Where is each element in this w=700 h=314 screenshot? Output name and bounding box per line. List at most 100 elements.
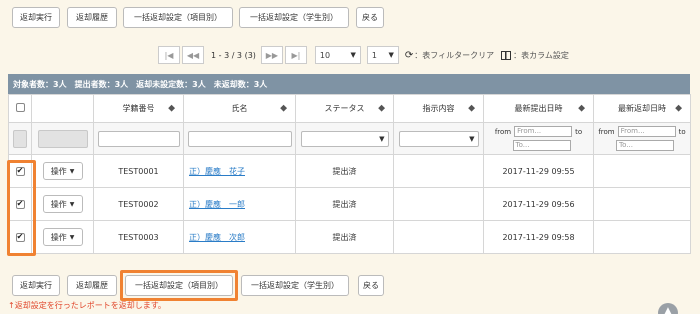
- row-actions-button[interactable]: 操作 ▼: [42, 162, 83, 180]
- bulk-return-item-button[interactable]: 一括返却設定（項目別）: [123, 7, 233, 28]
- submitted-to-input[interactable]: To...: [512, 140, 571, 151]
- return-note: ↑返却設定を行ったレポートを返却します。: [8, 301, 166, 310]
- from-label: from: [598, 127, 615, 136]
- back-button[interactable]: 戻る: [356, 7, 384, 28]
- returned-cell: [593, 187, 691, 221]
- return-history-button-bottom[interactable]: 返却履歴: [67, 275, 117, 296]
- first-page-icon[interactable]: |◀: [158, 46, 180, 64]
- filter-cell: [8, 122, 32, 155]
- student-id-cell: TEST0001: [93, 154, 184, 188]
- returned-to-input[interactable]: To...: [616, 140, 674, 151]
- per-page-select[interactable]: 10 ▼: [314, 46, 361, 64]
- filter-disabled: [37, 129, 88, 148]
- prev-page-icon[interactable]: ◀◀: [182, 46, 204, 64]
- student-id-cell: TEST0003: [93, 220, 184, 254]
- row-actions-button[interactable]: 操作 ▼: [42, 195, 83, 213]
- header-label: 最新提出日時: [514, 104, 563, 113]
- header-label: 学籍番号: [122, 104, 155, 113]
- student-name-link[interactable]: 正）慶應 花子: [189, 167, 245, 176]
- to-label: to: [575, 127, 583, 136]
- header-returned[interactable]: 最新返却日時 ◆: [593, 94, 691, 123]
- sort-icon[interactable]: ◆: [675, 104, 682, 113]
- submitted-range-from: from From... to: [485, 126, 593, 137]
- student-id-cell: TEST0002: [93, 187, 184, 221]
- filter-cell: from From... to To...: [483, 122, 594, 155]
- submitted-cell: 2017-11-29 09:56: [483, 187, 594, 221]
- filter-clear-link[interactable]: ：表フィルタークリア: [414, 50, 494, 61]
- filter-cell: ▼: [393, 122, 484, 155]
- submitted-cell: 2017-11-29 09:55: [483, 154, 594, 188]
- name-cell: 正）慶應 次郎: [183, 220, 296, 254]
- page-value: 1: [371, 50, 377, 60]
- returned-range-from: from From... to: [595, 126, 690, 137]
- filter-cell: [31, 122, 94, 155]
- last-page-icon[interactable]: ▶|: [284, 46, 307, 64]
- select-all-checkbox[interactable]: [15, 103, 25, 112]
- sort-icon[interactable]: ◆: [280, 104, 287, 113]
- caret-down-icon: ▼: [69, 167, 75, 175]
- scroll-top-icon[interactable]: ▲: [658, 303, 678, 314]
- status-cell: 提出済: [295, 187, 394, 221]
- status-cell: 提出済: [295, 220, 394, 254]
- next-page-icon[interactable]: ▶▶: [260, 46, 283, 64]
- bulk-return-student-button-bottom[interactable]: 一括返却設定（学生別）: [241, 275, 349, 296]
- submitted-from-input[interactable]: From...: [514, 126, 573, 137]
- header-submitted[interactable]: 最新提出日時 ◆: [483, 94, 594, 123]
- row-actions-button[interactable]: 操作 ▼: [42, 228, 83, 246]
- refresh-icon[interactable]: ⟳: [405, 50, 413, 61]
- summary-bar: 対象者数：3人 提出者数：3人 返却未設定数：3人 未返却数：3人: [8, 74, 690, 94]
- submissions-table: 学籍番号 ◆ 氏名 ◆ ステータス ◆ 指示内容 ◆ 最新提出日時 ◆ 最新返却日時 ◆ ▼…: [8, 94, 691, 254]
- header-instructions[interactable]: 指示内容 ◆: [393, 94, 484, 123]
- back-button-bottom[interactable]: 戻る: [358, 275, 384, 296]
- returned-cell: [593, 154, 691, 188]
- returned-range-to: To...: [595, 140, 690, 151]
- name-cell: 正）慶應 一郎: [183, 187, 296, 221]
- table-row: ✔ 操作 ▼ TEST0002 正）慶應 一郎 提出済 2017-11-29 09…: [8, 187, 691, 221]
- header-name[interactable]: 氏名 ◆: [183, 94, 296, 123]
- header-student-id[interactable]: 学籍番号 ◆: [93, 94, 184, 123]
- per-page-value: 10: [319, 50, 331, 60]
- table-row: ✔ 操作 ▼ TEST0003 正）慶應 次郎 提出済 2017-11-29 09…: [8, 220, 691, 254]
- submitted-range-to: To...: [485, 140, 593, 151]
- bulk-return-student-button[interactable]: 一括返却設定（学生別）: [239, 7, 349, 28]
- header-status[interactable]: ステータス ◆: [295, 94, 394, 123]
- chevron-down-icon: ▼: [350, 51, 356, 59]
- filter-cell: ▼: [295, 122, 394, 155]
- header-label: 最新返却日時: [618, 104, 666, 113]
- to-label: to: [678, 127, 686, 136]
- status-cell: 提出済: [295, 154, 394, 188]
- return-exec-button-bottom[interactable]: 返却実行: [12, 275, 60, 296]
- instructions-cell: [393, 220, 484, 254]
- column-settings-link[interactable]: ：表カラム設定: [513, 50, 569, 61]
- student-name-link[interactable]: 正）慶應 次郎: [189, 233, 245, 242]
- chevron-down-icon: ▼: [379, 134, 385, 143]
- header-label: 氏名: [231, 104, 248, 113]
- instructions-cell: [393, 154, 484, 188]
- pager: |◀ ◀◀ 1 - 3 / 3 (3) ▶▶ ▶| 10 ▼ 1 ▼ ⟳ ：表フィル…: [158, 45, 574, 65]
- sort-icon[interactable]: ◆: [378, 104, 385, 113]
- sort-icon[interactable]: ◆: [168, 104, 175, 113]
- row-ops-cell: 操作 ▼: [31, 187, 94, 221]
- name-filter-input[interactable]: [187, 130, 292, 147]
- status-filter-select[interactable]: ▼: [300, 130, 389, 147]
- chevron-down-icon: ▼: [469, 134, 475, 143]
- columns-icon[interactable]: [501, 50, 512, 60]
- filter-cell: [183, 122, 296, 155]
- return-history-button[interactable]: 返却履歴: [67, 7, 117, 28]
- student-name-link[interactable]: 正）慶應 一郎: [189, 200, 245, 209]
- sort-icon[interactable]: ◆: [578, 104, 585, 113]
- header-select-all[interactable]: [8, 94, 32, 123]
- sort-icon[interactable]: ◆: [468, 104, 475, 113]
- actions-label: 操作: [50, 166, 67, 176]
- submitted-cell: 2017-11-29 09:58: [483, 220, 594, 254]
- returned-from-input[interactable]: From...: [617, 126, 676, 137]
- instructions-filter-select[interactable]: ▼: [398, 130, 479, 147]
- student-id-filter-input[interactable]: [97, 130, 180, 147]
- page-range: 1 - 3 / 3 (3): [211, 50, 256, 60]
- filter-cell: [93, 122, 184, 155]
- header-ops: [31, 94, 94, 123]
- actions-label: 操作: [50, 199, 67, 209]
- filter-disabled: [13, 129, 27, 148]
- page-select[interactable]: 1 ▼: [366, 46, 399, 64]
- return-exec-button[interactable]: 返却実行: [12, 7, 60, 28]
